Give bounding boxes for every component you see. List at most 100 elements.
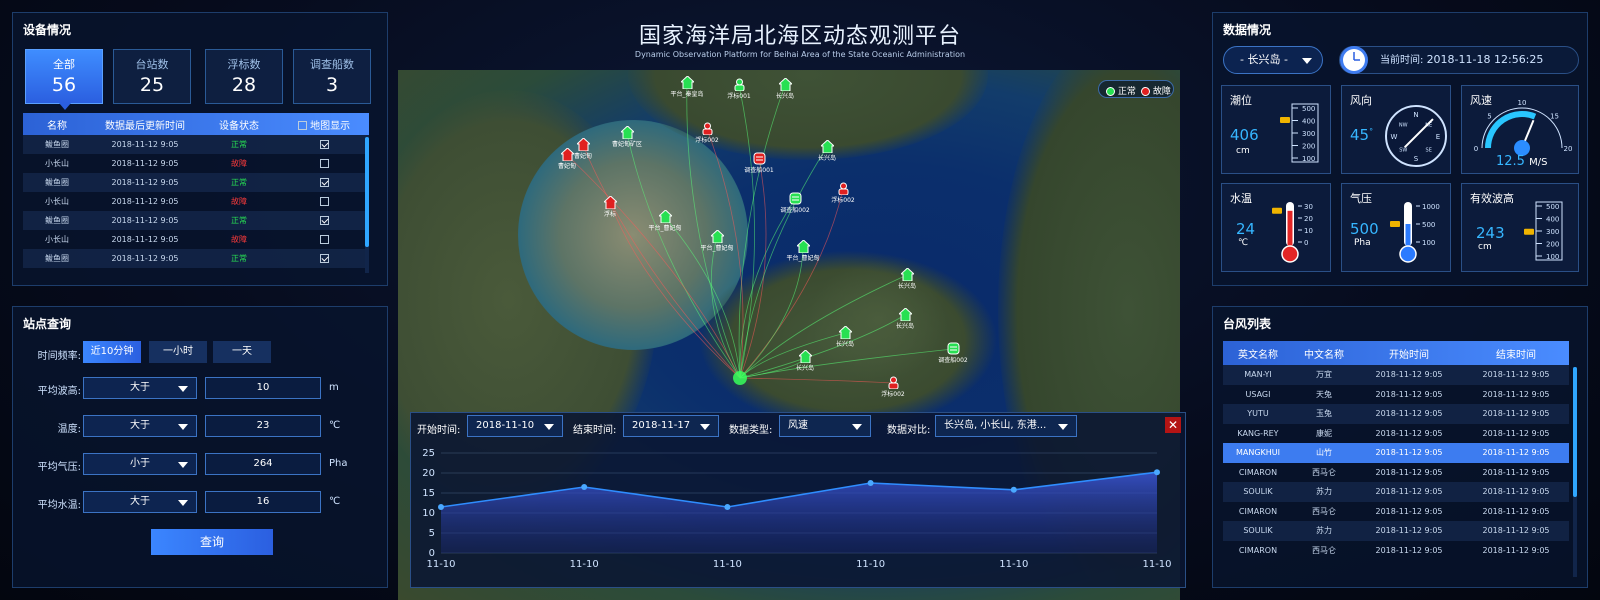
wind-speed-readout: 12.5 M/S bbox=[1496, 154, 1548, 169]
table-row[interactable]: 小长山 2018-11-12 9:05 故障 bbox=[23, 154, 369, 173]
map-show-checkbox[interactable] bbox=[319, 159, 329, 168]
map-marker[interactable]: 长兴岛 bbox=[810, 140, 844, 162]
wind-direction-card: 风向 45° N NE E SE S SW W NW bbox=[1341, 85, 1451, 174]
table-row[interactable]: USAGI 天兔 2018-11-12 9:05 2018-11-12 9:05 bbox=[1223, 385, 1569, 405]
map-marker[interactable]: 长兴岛 bbox=[828, 326, 862, 348]
query-operator-select[interactable]: 大于 bbox=[83, 415, 197, 437]
data-type-select[interactable]: 风速 bbox=[779, 415, 871, 437]
table-row[interactable]: MANGKHUI 山竹 2018-11-12 9:05 2018-11-12 9… bbox=[1223, 443, 1569, 463]
table-row[interactable]: SOULIK 苏力 2018-11-12 9:05 2018-11-12 9:0… bbox=[1223, 521, 1569, 541]
table-row[interactable]: CIMARON 西马仑 2018-11-12 9:05 2018-11-12 9… bbox=[1223, 502, 1569, 522]
freq-option[interactable]: 一天 bbox=[213, 341, 271, 363]
table-row[interactable]: 小长山 2018-11-12 9:05 故障 bbox=[23, 230, 369, 249]
close-icon[interactable]: ✕ bbox=[1165, 417, 1181, 433]
compare-label: 数据对比: bbox=[887, 425, 931, 436]
map-marker[interactable]: 长兴岛 bbox=[788, 350, 822, 372]
query-value-input[interactable]: 23 bbox=[205, 415, 321, 437]
stat-card[interactable]: 调查船数 3 bbox=[293, 49, 371, 104]
thermo-pointer bbox=[1272, 207, 1282, 214]
map-marker[interactable]: 浮标002 bbox=[876, 376, 910, 398]
query-operator-select[interactable]: 大于 bbox=[83, 377, 197, 399]
thermo-bulb bbox=[1399, 245, 1417, 263]
table-row[interactable]: 小长山 2018-11-12 9:05 故障 bbox=[23, 192, 369, 211]
query-value-input[interactable]: 264 bbox=[205, 453, 321, 475]
map-show-checkbox[interactable] bbox=[319, 216, 329, 225]
freq-option[interactable]: 近10分钟 bbox=[83, 341, 141, 363]
freq-option[interactable]: 一小时 bbox=[149, 341, 207, 363]
table-row[interactable]: 鲅鱼圈 2018-11-12 9:05 正常 bbox=[23, 135, 369, 154]
map-marker[interactable]: 浮标002 bbox=[690, 122, 724, 144]
map-marker[interactable]: 调查船002 bbox=[936, 342, 970, 364]
map-marker[interactable]: 长兴岛 bbox=[888, 308, 922, 330]
device-name: 鲅鱼圈 bbox=[45, 254, 69, 263]
map-marker[interactable]: 曹妃甸 bbox=[550, 148, 584, 170]
stat-card[interactable]: 台站数 25 bbox=[113, 49, 191, 104]
y-tick-label: 25 bbox=[422, 448, 435, 459]
map-marker[interactable]: 长兴岛 bbox=[890, 268, 924, 290]
map-legend: 正常 故障 bbox=[1098, 80, 1174, 98]
map-marker-label: 曹妃甸 bbox=[557, 163, 576, 170]
query-submit-button[interactable]: 查询 bbox=[151, 529, 273, 555]
location-select[interactable]: - 长兴岛 - bbox=[1223, 46, 1323, 74]
connection-line bbox=[739, 314, 906, 379]
wave-label: 有效波高 bbox=[1470, 192, 1514, 205]
thermo-bulb bbox=[1281, 245, 1299, 263]
map-marker[interactable]: 浮标 bbox=[593, 196, 627, 218]
map-show-checkbox[interactable] bbox=[319, 254, 329, 263]
speed-gauge: 0 5 10 15 20 bbox=[1474, 99, 1572, 156]
table-row[interactable]: SOULIK 苏力 2018-11-12 9:05 2018-11-12 9:0… bbox=[1223, 482, 1569, 502]
compass-dir-label: N bbox=[1413, 111, 1418, 119]
device-update-time: 2018-11-12 9:05 bbox=[111, 197, 179, 206]
map-marker[interactable]: 浮标001 bbox=[722, 78, 756, 100]
table-row[interactable]: 鲅鱼圈 2018-11-12 9:05 正常 bbox=[23, 211, 369, 230]
wave-gauge: 500 400 300 200 100 bbox=[1524, 201, 1563, 261]
table-row[interactable]: MAN-YI 万宜 2018-11-12 9:05 2018-11-12 9:0… bbox=[1223, 365, 1569, 385]
query-operator-select[interactable]: 大于 bbox=[83, 491, 197, 513]
query-value-input[interactable]: 10 bbox=[205, 377, 321, 399]
typhoon-cn-name: 康妮 bbox=[1316, 428, 1332, 438]
map-marker[interactable]: 曹妃甸矿区 bbox=[610, 126, 644, 148]
typhoon-table-scrollbar[interactable] bbox=[1573, 367, 1577, 577]
map-show-checkbox[interactable] bbox=[319, 197, 329, 206]
stat-card[interactable]: 全部 56 bbox=[25, 49, 103, 104]
buoy-icon bbox=[888, 376, 898, 389]
map-marker[interactable]: 平台_曹妃甸 bbox=[648, 210, 682, 232]
map-marker[interactable]: 平台_曹妃甸 bbox=[786, 240, 820, 262]
compare-select[interactable]: 长兴岛, 小长山, 东港... bbox=[935, 415, 1077, 437]
query-operator-select[interactable]: 小于 bbox=[83, 453, 197, 475]
table-row[interactable]: YUTU 玉兔 2018-11-12 9:05 2018-11-12 9:05 bbox=[1223, 404, 1569, 424]
map-marker[interactable]: 调查船002 bbox=[778, 192, 812, 214]
tide-gauge: 500 400 300 200 100 bbox=[1280, 103, 1319, 163]
stat-card[interactable]: 浮标数 28 bbox=[205, 49, 283, 104]
pressure-label: 气压 bbox=[1350, 192, 1372, 205]
col-map-show[interactable]: 地图显示 bbox=[279, 117, 369, 132]
device-status: 正常 bbox=[231, 216, 247, 225]
end-time-select[interactable]: 2018-11-17 bbox=[623, 415, 719, 437]
map-marker[interactable]: 平台_曹妃甸 bbox=[700, 230, 734, 252]
station-icon bbox=[680, 76, 694, 89]
chevron-down-icon bbox=[1058, 424, 1068, 430]
gauge-tick-label: 400 bbox=[1546, 216, 1559, 224]
start-time-select[interactable]: 2018-11-10 bbox=[467, 415, 563, 437]
table-row[interactable]: 鲅鱼圈 2018-11-12 9:05 正常 bbox=[23, 249, 369, 268]
map-marker[interactable]: 调查船001 bbox=[742, 152, 776, 174]
table-row[interactable]: KANG-REY 康妮 2018-11-12 9:05 2018-11-12 9… bbox=[1223, 424, 1569, 444]
device-status: 故障 bbox=[231, 159, 247, 168]
wind-dir-label: 风向 bbox=[1350, 94, 1372, 107]
map-show-checkbox[interactable] bbox=[319, 235, 329, 244]
map-marker[interactable]: 长兴岛 bbox=[768, 78, 802, 100]
map-marker[interactable]: 平台_秦皇岛 bbox=[670, 76, 704, 98]
thermometer-icon: 30 20 10 0 bbox=[1272, 202, 1313, 263]
query-value-input[interactable]: 16 bbox=[205, 491, 321, 513]
chevron-down-icon bbox=[178, 462, 188, 468]
device-table-scrollbar[interactable] bbox=[365, 137, 369, 273]
map-marker[interactable]: 浮标002 bbox=[826, 182, 860, 204]
map-show-checkbox[interactable] bbox=[319, 178, 329, 187]
map-show-checkbox[interactable] bbox=[319, 140, 329, 149]
typhoon-end: 2018-11-12 9:05 bbox=[1482, 545, 1550, 555]
table-row[interactable]: 鲅鱼圈 2018-11-12 9:05 正常 bbox=[23, 173, 369, 192]
table-row[interactable]: CIMARON 西马仑 2018-11-12 9:05 2018-11-12 9… bbox=[1223, 541, 1569, 561]
thermo-tick-label: 100 bbox=[1422, 239, 1435, 247]
select-all-checkbox[interactable] bbox=[297, 121, 307, 130]
table-row[interactable]: CIMARON 西马仑 2018-11-12 9:05 2018-11-12 9… bbox=[1223, 463, 1569, 483]
